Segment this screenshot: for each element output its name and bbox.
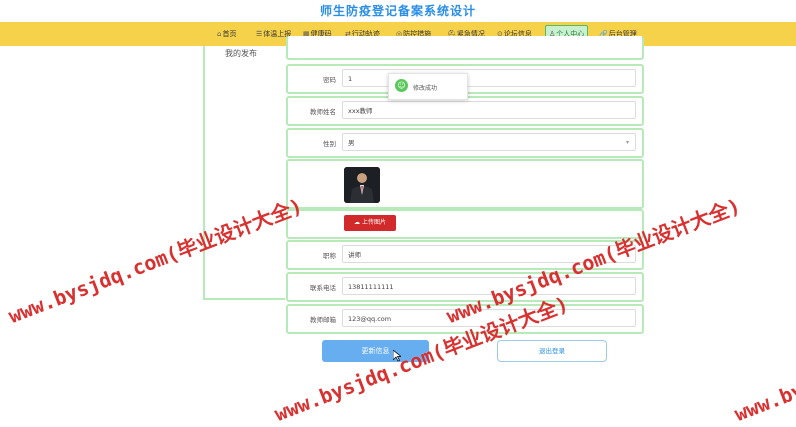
chevron-down-icon: ▾ <box>625 139 629 146</box>
logout-button[interactable]: 退出登录 <box>497 340 607 362</box>
form-row-gender: 性别 男 ▾ <box>286 128 644 158</box>
page-title: 师生防疫登记备案系统设计 <box>319 4 476 18</box>
teacher-name-label: 教师姓名 <box>310 108 336 116</box>
form-row-upload: ☁ 上传图片 <box>286 209 644 239</box>
smile-icon: ☺ <box>395 79 408 92</box>
avatar <box>344 167 380 203</box>
gender-select[interactable]: 男 ▾ <box>342 133 636 151</box>
job-title-label: 职称 <box>323 252 336 260</box>
password-field[interactable]: 1 <box>342 69 636 87</box>
watermark-bottom-right: www.bysjdq.com(毕业设计大全) <box>731 291 796 427</box>
teacher-name-field[interactable]: xxx教师 <box>342 101 636 119</box>
form-row-account <box>286 36 644 60</box>
sidebar-item-my-posts[interactable]: 我的发布 <box>225 48 257 59</box>
phone-label: 联系电话 <box>310 284 336 292</box>
success-toast: ☺ 修改成功 <box>388 73 468 100</box>
upload-image-button[interactable]: ☁ 上传图片 <box>344 215 396 231</box>
nav-item-home[interactable]: ⌂首页 <box>217 26 236 42</box>
cloud-upload-icon: ☁ <box>354 219 361 226</box>
gender-value: 男 <box>348 139 355 147</box>
email-label: 教师邮箱 <box>310 316 336 324</box>
report-icon: ☰ <box>256 30 263 38</box>
toast-message: 修改成功 <box>413 85 438 92</box>
home-icon: ⌂ <box>217 30 222 38</box>
job-title-value: 讲师 <box>348 251 361 259</box>
form-row-avatar <box>286 159 644 209</box>
gender-label: 性别 <box>323 140 336 148</box>
password-label: 密码 <box>323 76 336 84</box>
form-row-teacher-name: 教师姓名 xxx教师 <box>286 96 644 126</box>
teacher-photo-image <box>344 167 380 203</box>
sidebar: 我的发布 <box>203 46 285 300</box>
